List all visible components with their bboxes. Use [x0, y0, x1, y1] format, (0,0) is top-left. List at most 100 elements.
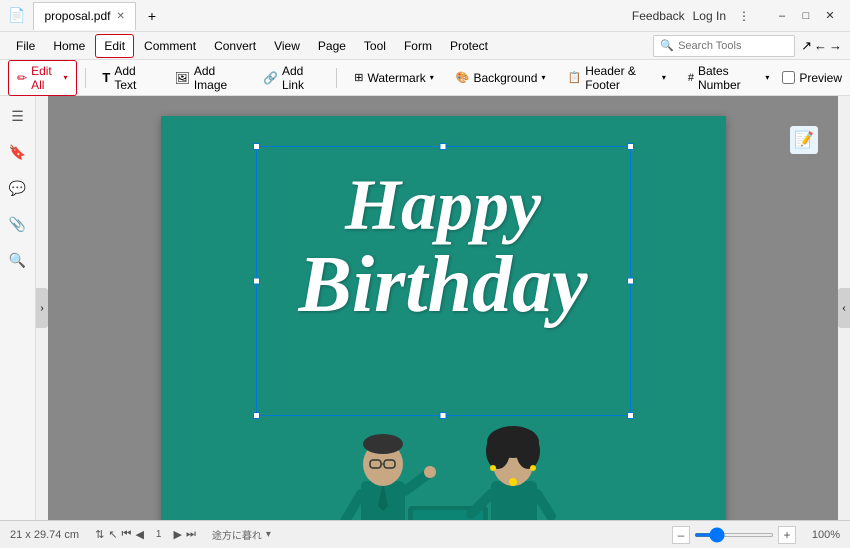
bates-label: Bates Number	[698, 64, 761, 92]
scroll-icon: ⇅	[95, 528, 104, 541]
document-size-label: 21 x 29.74 cm	[10, 529, 79, 541]
bottom-middle-handle[interactable]	[440, 412, 447, 419]
header-footer-button[interactable]: 📋 Header & Footer ▾	[559, 60, 675, 96]
header-footer-label: Header & Footer	[585, 64, 658, 92]
bates-number-button[interactable]: # Bates Number ▾	[679, 60, 779, 96]
close-icon[interactable]: ✕	[116, 11, 124, 22]
back-icon[interactable]: ←	[814, 38, 827, 53]
zoom-control: – +	[672, 526, 796, 544]
sidebar-menu-icon[interactable]: ☰	[6, 104, 30, 128]
top-middle-handle[interactable]	[440, 143, 447, 150]
preview-area: Preview	[782, 71, 842, 85]
title-bar-left: 📄 proposal.pdf ✕ +	[8, 2, 632, 30]
edit-icon: ✏	[17, 71, 27, 85]
preview-label: Preview	[799, 71, 842, 85]
sidebar-search-icon[interactable]: 🔍	[6, 248, 30, 272]
watermark-icon: ⊞	[354, 71, 363, 84]
cursor-icon[interactable]: ↖	[108, 528, 117, 541]
external-link-icon[interactable]: ↗	[801, 38, 812, 54]
edit-all-button[interactable]: ✏ Edit All ▾	[8, 60, 77, 96]
menu-home[interactable]: Home	[45, 35, 93, 57]
menu-view[interactable]: View	[266, 35, 308, 57]
toolbar: ✏ Edit All ▾ T Add Text 🖼 Add Image 🔗 Ad…	[0, 60, 850, 96]
menu-comment[interactable]: Comment	[136, 35, 204, 57]
add-text-label: Add Text	[114, 64, 152, 92]
menu-edit[interactable]: Edit	[95, 34, 134, 58]
menu-file[interactable]: File	[8, 35, 43, 57]
header-footer-icon: 📋	[568, 71, 582, 84]
nav-last-button[interactable]: ⏭	[186, 528, 196, 541]
search-input[interactable]	[678, 40, 788, 52]
feedback-link[interactable]: Feedback	[632, 9, 685, 23]
close-button[interactable]: ✕	[818, 4, 842, 28]
nav-next-button[interactable]: ▶	[173, 528, 181, 541]
right-collapse-button[interactable]: ‹	[838, 288, 850, 328]
window-controls: – □ ✕	[770, 4, 842, 28]
menu-convert[interactable]: Convert	[206, 35, 264, 57]
add-link-icon: 🔗	[263, 71, 278, 85]
active-tab[interactable]: proposal.pdf ✕	[33, 2, 135, 30]
background-button[interactable]: 🎨 Background ▾	[447, 67, 555, 89]
login-link[interactable]: Log In	[693, 9, 726, 23]
separator-2	[336, 68, 337, 88]
menu-page[interactable]: Page	[310, 35, 354, 57]
add-text-button[interactable]: T Add Text	[93, 60, 161, 96]
zoom-in-button[interactable]: +	[778, 526, 796, 544]
left-collapse-button[interactable]: ›	[36, 288, 48, 328]
zoom-level-label: 100%	[804, 529, 840, 541]
bottom-bar-right: – + 100%	[672, 526, 840, 544]
edit-arrow-icon: ▾	[63, 73, 67, 82]
bottom-left-handle[interactable]	[253, 412, 260, 419]
menu-protect[interactable]: Protect	[442, 35, 496, 57]
watermark-arrow-icon: ▾	[430, 73, 434, 82]
top-left-handle[interactable]	[253, 143, 260, 150]
sidebar-bookmark-icon[interactable]: 🔖	[6, 140, 30, 164]
japanese-text-area: 途方に暮れ ▾	[212, 527, 271, 542]
add-link-button[interactable]: 🔗 Add Link	[254, 60, 328, 96]
search-icon: 🔍	[660, 39, 674, 52]
bottom-right-handle[interactable]	[627, 412, 634, 419]
watermark-button[interactable]: ⊞ Watermark ▾	[345, 67, 442, 89]
more-options-button[interactable]: ⋮	[734, 7, 754, 25]
tab-label: proposal.pdf	[44, 9, 110, 23]
add-image-label: Add Image	[194, 64, 241, 92]
menu-form[interactable]: Form	[396, 35, 440, 57]
title-bar-right: Feedback Log In ⋮ – □ ✕	[632, 4, 842, 28]
add-image-button[interactable]: 🖼 Add Image	[166, 60, 250, 96]
text-selection-box[interactable]	[256, 146, 631, 416]
header-footer-arrow-icon: ▾	[662, 73, 666, 82]
navigation-controls: ⇅ ↖ ⏮ ◀ 1 ▶ ⏭	[95, 527, 196, 542]
sidebar-attachment-icon[interactable]: 📎	[6, 212, 30, 236]
pdf-background: Happy Birthday	[161, 116, 726, 520]
nav-first-button[interactable]: ⏮	[122, 528, 132, 541]
watermark-label: Watermark	[367, 71, 425, 85]
add-tab-button[interactable]: +	[140, 4, 164, 28]
zoom-out-button[interactable]: –	[672, 526, 690, 544]
preview-checkbox[interactable]	[782, 71, 795, 84]
main-area: ☰ 🔖 💬 📎 🔍 ›	[0, 96, 850, 520]
zoom-slider[interactable]	[694, 533, 774, 537]
doc-icon-symbol: 📝	[794, 130, 814, 150]
menu-bar: File Home Edit Comment Convert View Page…	[0, 32, 850, 60]
nav-prev-button[interactable]: ◀	[135, 528, 143, 541]
bottom-bar: 21 x 29.74 cm ⇅ ↖ ⏮ ◀ 1 ▶ ⏭ 途方に暮れ ▾ – + …	[0, 520, 850, 548]
add-link-label: Add Link	[282, 64, 319, 92]
maximize-button[interactable]: □	[794, 4, 818, 28]
left-sidebar: ☰ 🔖 💬 📎 🔍	[0, 96, 36, 520]
sidebar-comment-icon[interactable]: 💬	[6, 176, 30, 200]
menu-tool[interactable]: Tool	[356, 35, 394, 57]
edit-all-label: Edit All	[31, 64, 59, 92]
add-text-icon: T	[102, 70, 110, 85]
pdf-page-container: Happy Birthday	[161, 116, 726, 520]
middle-left-handle[interactable]	[253, 278, 260, 285]
top-right-handle[interactable]	[627, 143, 634, 150]
right-collapse-area: ‹	[838, 96, 850, 520]
minimize-button[interactable]: –	[770, 4, 794, 28]
floating-doc-icon[interactable]: 📝	[790, 126, 818, 154]
title-bar: 📄 proposal.pdf ✕ + Feedback Log In ⋮ – □…	[0, 0, 850, 32]
dropdown-icon[interactable]: ▾	[266, 529, 271, 540]
forward-icon[interactable]: →	[829, 38, 842, 53]
middle-right-handle[interactable]	[627, 278, 634, 285]
search-box[interactable]: 🔍	[653, 35, 795, 57]
content-area: Happy Birthday	[48, 96, 838, 520]
